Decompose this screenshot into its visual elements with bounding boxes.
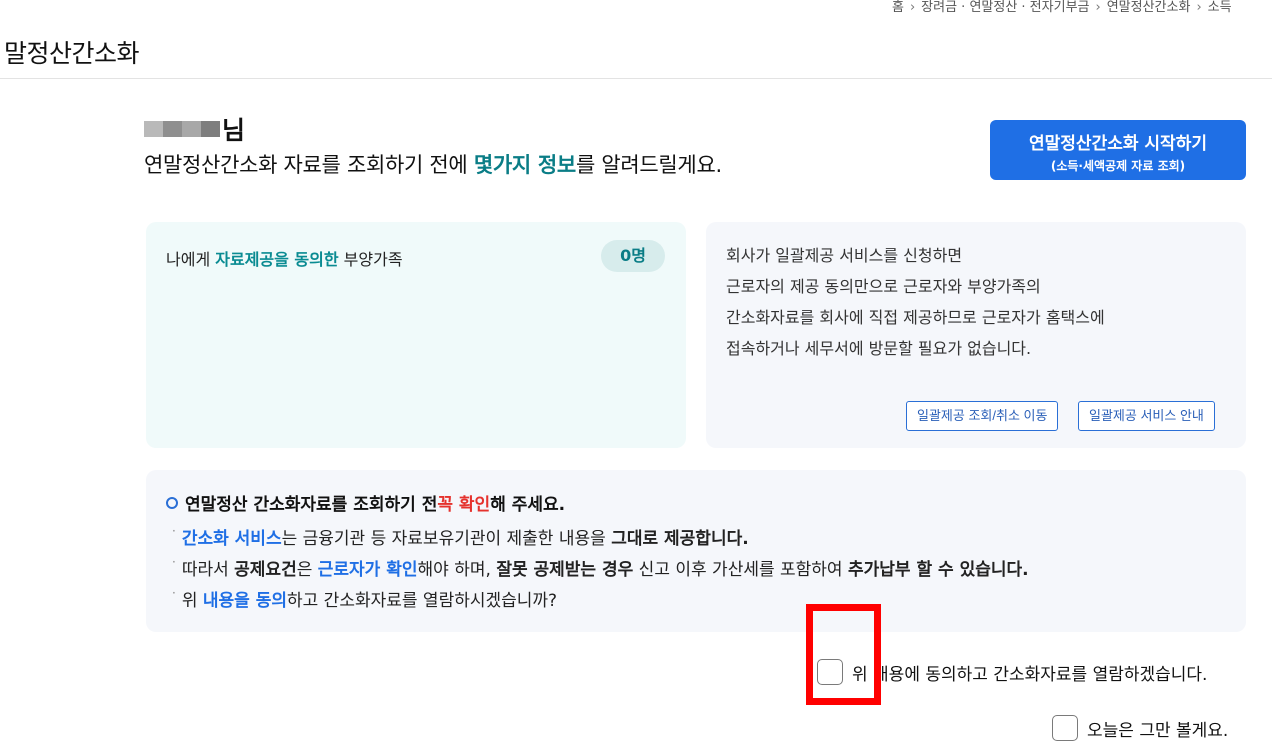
intro-text: 연말정산간소화 자료를 조회하기 전에 몇가지 정보를 알려드릴게요. — [144, 149, 722, 179]
chevron-right-icon: › — [909, 0, 916, 15]
breadcrumb: 홈 › 장려금 · 연말정산 · 전자기부금 › 연말정산간소화 › 소득 — [892, 0, 1232, 15]
pre-lookup-notice: 연말정산 간소화자료를 조회하기 전 꼭 확인 해 주세요. · 간소화 서비스는 … — [146, 470, 1246, 632]
bullet-dot-icon: · — [172, 524, 176, 538]
notice-l2-blue: 근로자가 확인 — [317, 560, 418, 580]
notice-head-after: 해 주세요. — [490, 495, 566, 515]
chevron-right-icon: › — [1196, 0, 1202, 15]
start-yearend-button[interactable]: 연말정산간소화 시작하기 (소득·세액공제 자료 조회) — [990, 120, 1246, 180]
dependents-label-after: 부양가족 — [338, 250, 403, 269]
bulk-info-description: 회사가 일괄제공 서비스를 신청하면 근로자의 제공 동의만으로 근로자와 부양… — [726, 240, 1105, 364]
agree-checkbox-row[interactable]: 위 내용에 동의하고 간소화자료를 열람하겠습니다. — [817, 659, 1207, 685]
user-greeting: 님 — [144, 111, 245, 147]
dependents-label-highlight: 자료제공을 동의한 — [215, 250, 339, 269]
intro-highlight: 몇가지 정보 — [473, 153, 576, 177]
dependents-count-badge: 0명 — [601, 240, 665, 272]
notice-l1-mid: 는 금융기관 등 자료보유기관이 제출한 내용을 — [281, 529, 612, 549]
notice-l2-mid1: 은 — [296, 560, 318, 580]
notice-l3-blue: 내용을 동의 — [202, 591, 287, 611]
title-divider — [0, 78, 1272, 79]
dependents-label-before: 나에게 — [166, 250, 216, 269]
notice-l2-bold1: 공제요건 — [234, 560, 297, 580]
bulk-info-line: 회사가 일괄제공 서비스를 신청하면 — [726, 246, 963, 265]
notice-l3-post: 하고 간소화자료를 열람하시겠습니까? — [287, 591, 558, 611]
chevron-right-icon: › — [1095, 0, 1101, 15]
bulk-info-line: 접속하거나 세무서에 방문할 필요가 없습니다. — [726, 339, 1032, 358]
notice-l1-blue: 간소화 서비스 — [181, 529, 282, 549]
bulk-lookup-cancel-button[interactable]: 일괄제공 조회/취소 이동 — [906, 401, 1059, 431]
hide-today-label[interactable]: 오늘은 그만 볼게요. — [1087, 716, 1228, 741]
notice-l2-mid2: 해야 하며, — [417, 560, 497, 580]
notice-l2-bold3: 추가납부 할 수 있습니다. — [847, 560, 1029, 580]
breadcrumb-category[interactable]: 장려금 · 연말정산 · 전자기부금 — [921, 0, 1089, 15]
breadcrumb-current: 소득 — [1207, 0, 1232, 15]
bullet-dot-icon: · — [172, 555, 176, 569]
dependents-label: 나에게 자료제공을 동의한 부양가족 — [166, 246, 403, 270]
bulk-provision-info-box: 회사가 일괄제공 서비스를 신청하면 근로자의 제공 동의만으로 근로자와 부양… — [706, 222, 1246, 448]
user-name-redacted — [144, 118, 220, 140]
bulk-info-line: 간소화자료를 회사에 직접 제공하므로 근로자가 홈택스에 — [726, 308, 1105, 327]
intro-after: 를 알려드릴게요. — [575, 153, 722, 177]
circle-bullet-icon — [166, 496, 178, 509]
breadcrumb-yearend[interactable]: 연말정산간소화 — [1107, 0, 1191, 15]
notice-head-red: 꼭 확인 — [437, 495, 491, 515]
bulk-service-guide-button[interactable]: 일괄제공 서비스 안내 — [1078, 401, 1215, 431]
hide-today-checkbox[interactable] — [1052, 715, 1078, 741]
notice-l2-bold2: 잘못 공제받는 경우 — [496, 560, 634, 580]
bulk-info-line: 근로자의 제공 동의만으로 근로자와 부양가족의 — [726, 277, 1041, 296]
notice-line-1: · 간소화 서비스는 금융기관 등 자료보유기관이 제출한 내용을 그대로 제공합… — [172, 524, 749, 549]
notice-l2-pre: 따라서 — [181, 560, 235, 580]
user-suffix: 님 — [222, 116, 246, 145]
notice-l2-mid3: 신고 이후 가산세를 포함하여 — [633, 560, 848, 580]
agree-checkbox-label[interactable]: 위 내용에 동의하고 간소화자료를 열람하겠습니다. — [852, 660, 1207, 685]
agree-checkbox[interactable] — [817, 659, 843, 685]
notice-head-before: 연말정산 간소화자료를 조회하기 전 — [185, 495, 438, 515]
notice-l1-bold: 그대로 제공합니다. — [611, 529, 749, 549]
breadcrumb-home[interactable]: 홈 — [892, 0, 904, 15]
notice-l3-pre: 위 — [181, 591, 203, 611]
hide-today-row[interactable]: 오늘은 그만 볼게요. — [1052, 715, 1228, 741]
start-button-sublabel: (소득·세액공제 자료 조회) — [1050, 159, 1186, 173]
notice-heading: 연말정산 간소화자료를 조회하기 전 꼭 확인 해 주세요. — [166, 490, 565, 515]
start-button-label: 연말정산간소화 시작하기 — [1029, 134, 1207, 154]
bullet-dot-icon: · — [172, 586, 176, 600]
intro-before: 연말정산간소화 자료를 조회하기 전에 — [144, 153, 474, 177]
notice-line-3: · 위 내용을 동의하고 간소화자료를 열람하시겠습니까? — [172, 586, 557, 611]
dependents-consent-box: 나에게 자료제공을 동의한 부양가족 0명 — [146, 222, 686, 448]
page-title: 말정산간소화 — [4, 39, 140, 68]
notice-line-2: · 따라서 공제요건은 근로자가 확인해야 하며, 잘못 공제받는 경우 신고 이… — [172, 555, 1029, 580]
